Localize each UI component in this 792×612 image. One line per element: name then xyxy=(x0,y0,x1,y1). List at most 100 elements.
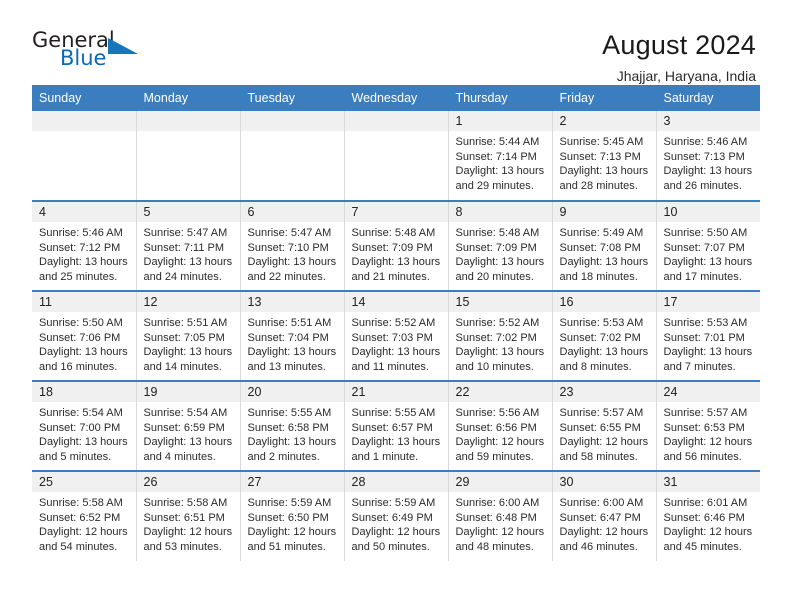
daylight-text: Daylight: 12 hours and 53 minutes. xyxy=(143,526,233,553)
calendar-day-cell[interactable]: 22 Sunrise: 5:56 AM Sunset: 6:56 PM Dayligh… xyxy=(448,380,553,471)
sunset-text: Sunset: 7:01 PM xyxy=(663,331,745,344)
calendar-day-cell[interactable]: 21 Sunrise: 5:55 AM Sunset: 6:57 PM Dayligh… xyxy=(344,380,449,471)
daylight-text: Daylight: 12 hours and 54 minutes. xyxy=(39,526,128,553)
sunrise-text: Sunrise: 5:56 AM xyxy=(455,407,540,419)
sunset-text: Sunset: 6:53 PM xyxy=(663,421,745,434)
day-number: 10 xyxy=(656,202,760,222)
daylight-text: Daylight: 13 hours and 4 minutes. xyxy=(143,436,233,463)
sunrise-text: Sunrise: 5:50 AM xyxy=(663,227,748,239)
day-number xyxy=(344,111,448,131)
calendar-day-cell[interactable]: 26 Sunrise: 5:58 AM Sunset: 6:51 PM Dayligh… xyxy=(136,470,241,561)
calendar-day-cell[interactable]: 25 Sunrise: 5:58 AM Sunset: 6:52 PM Dayligh… xyxy=(32,470,137,561)
day-number: 7 xyxy=(344,202,448,222)
sunrise-text: Sunrise: 6:00 AM xyxy=(559,497,644,509)
weekday-header-tuesday: Tuesday xyxy=(240,85,345,111)
daylight-text: Daylight: 13 hours and 7 minutes. xyxy=(663,346,753,373)
day-details: Sunrise: 5:54 AM Sunset: 6:59 PM Daylight:… xyxy=(137,402,240,464)
calendar-day-cell[interactable]: 5 Sunrise: 5:47 AM Sunset: 7:11 PM Daylight… xyxy=(136,200,241,291)
calendar-day-cell-empty xyxy=(136,111,241,201)
calendar-day-cell[interactable]: 18 Sunrise: 5:54 AM Sunset: 7:00 PM Dayligh… xyxy=(32,380,137,471)
day-number: 16 xyxy=(552,292,656,312)
daylight-text: Daylight: 13 hours and 17 minutes. xyxy=(663,256,753,283)
calendar-day-cell-empty xyxy=(344,111,449,201)
day-number: 26 xyxy=(136,472,240,492)
calendar-day-cell[interactable]: 13 Sunrise: 5:51 AM Sunset: 7:04 PM Dayligh… xyxy=(240,290,345,381)
calendar-day-cell[interactable]: 16 Sunrise: 5:53 AM Sunset: 7:02 PM Dayligh… xyxy=(552,290,657,381)
calendar-day-cell[interactable]: 12 Sunrise: 5:51 AM Sunset: 7:05 PM Dayligh… xyxy=(136,290,241,381)
daylight-text: Daylight: 13 hours and 24 minutes. xyxy=(143,256,233,283)
calendar-day-cell[interactable]: 6 Sunrise: 5:47 AM Sunset: 7:10 PM Daylight… xyxy=(240,200,345,291)
day-details: Sunrise: 5:58 AM Sunset: 6:51 PM Daylight:… xyxy=(137,492,240,554)
calendar-day-cell[interactable]: 15 Sunrise: 5:52 AM Sunset: 7:02 PM Dayligh… xyxy=(448,290,553,381)
sunset-text: Sunset: 7:03 PM xyxy=(351,331,433,344)
calendar-day-cell[interactable]: 8 Sunrise: 5:48 AM Sunset: 7:09 PM Daylight… xyxy=(448,200,553,291)
sunrise-text: Sunrise: 5:55 AM xyxy=(247,407,332,419)
sunrise-text: Sunrise: 5:49 AM xyxy=(559,227,644,239)
calendar-day-cell[interactable]: 24 Sunrise: 5:57 AM Sunset: 6:53 PM Dayligh… xyxy=(656,380,760,471)
sunset-text: Sunset: 7:07 PM xyxy=(663,241,745,254)
calendar-day-cell[interactable]: 1 Sunrise: 5:44 AM Sunset: 7:14 PM Daylight… xyxy=(448,111,553,201)
calendar-day-cell[interactable]: 27 Sunrise: 5:59 AM Sunset: 6:50 PM Dayligh… xyxy=(240,470,345,561)
day-number: 17 xyxy=(656,292,760,312)
calendar-day-cell[interactable]: 19 Sunrise: 5:54 AM Sunset: 6:59 PM Dayligh… xyxy=(136,380,241,471)
sunset-text: Sunset: 6:49 PM xyxy=(351,511,433,524)
weekday-header-wednesday: Wednesday xyxy=(344,85,449,111)
calendar-day-cell[interactable]: 28 Sunrise: 5:59 AM Sunset: 6:49 PM Dayligh… xyxy=(344,470,449,561)
calendar-day-cell[interactable]: 3 Sunrise: 5:46 AM Sunset: 7:13 PM Daylight… xyxy=(656,111,760,201)
sunset-text: Sunset: 7:11 PM xyxy=(143,241,225,254)
calendar-day-cell[interactable]: 23 Sunrise: 5:57 AM Sunset: 6:55 PM Dayligh… xyxy=(552,380,657,471)
sunset-text: Sunset: 7:13 PM xyxy=(559,150,641,163)
calendar-day-cell[interactable]: 2 Sunrise: 5:45 AM Sunset: 7:13 PM Daylight… xyxy=(552,111,657,201)
calendar-day-cell[interactable]: 10 Sunrise: 5:50 AM Sunset: 7:07 PM Dayligh… xyxy=(656,200,760,291)
daylight-text: Daylight: 12 hours and 45 minutes. xyxy=(663,526,753,553)
day-details: Sunrise: 5:51 AM Sunset: 7:05 PM Daylight:… xyxy=(137,312,240,374)
day-number: 12 xyxy=(136,292,240,312)
daylight-text: Daylight: 13 hours and 16 minutes. xyxy=(39,346,128,373)
calendar-day-cell[interactable]: 7 Sunrise: 5:48 AM Sunset: 7:09 PM Daylight… xyxy=(344,200,449,291)
daylight-text: Daylight: 12 hours and 48 minutes. xyxy=(455,526,545,553)
sunset-text: Sunset: 6:59 PM xyxy=(143,421,225,434)
calendar-day-cell[interactable]: 29 Sunrise: 6:00 AM Sunset: 6:48 PM Dayligh… xyxy=(448,470,553,561)
day-details: Sunrise: 6:00 AM Sunset: 6:48 PM Daylight:… xyxy=(449,492,552,554)
calendar-week-row: 11 Sunrise: 5:50 AM Sunset: 7:06 PM Dayligh… xyxy=(32,290,760,381)
sunset-text: Sunset: 7:05 PM xyxy=(143,331,225,344)
sunset-text: Sunset: 6:48 PM xyxy=(455,511,537,524)
sunset-text: Sunset: 7:06 PM xyxy=(39,331,121,344)
day-number: 18 xyxy=(32,382,136,402)
calendar-day-cell[interactable]: 20 Sunrise: 5:55 AM Sunset: 6:58 PM Dayligh… xyxy=(240,380,345,471)
day-number: 22 xyxy=(448,382,552,402)
sunset-text: Sunset: 7:02 PM xyxy=(455,331,537,344)
calendar-day-cell[interactable]: 14 Sunrise: 5:52 AM Sunset: 7:03 PM Dayligh… xyxy=(344,290,449,381)
brand-logo[interactable]: General Blue xyxy=(32,30,162,78)
day-number: 13 xyxy=(240,292,344,312)
sunset-text: Sunset: 6:57 PM xyxy=(351,421,433,434)
sunrise-text: Sunrise: 5:46 AM xyxy=(39,227,123,239)
calendar-day-cell[interactable]: 11 Sunrise: 5:50 AM Sunset: 7:06 PM Dayligh… xyxy=(32,290,137,381)
day-details: Sunrise: 5:47 AM Sunset: 7:10 PM Daylight:… xyxy=(241,222,344,284)
sunrise-text: Sunrise: 5:57 AM xyxy=(559,407,644,419)
daylight-text: Daylight: 13 hours and 28 minutes. xyxy=(559,165,649,192)
calendar-day-cell[interactable]: 31 Sunrise: 6:01 AM Sunset: 6:46 PM Dayligh… xyxy=(656,470,760,561)
calendar-day-cell[interactable]: 17 Sunrise: 5:53 AM Sunset: 7:01 PM Dayligh… xyxy=(656,290,760,381)
sunset-text: Sunset: 7:13 PM xyxy=(663,150,745,163)
day-number: 11 xyxy=(32,292,136,312)
sunset-text: Sunset: 6:46 PM xyxy=(663,511,745,524)
sunrise-text: Sunrise: 5:58 AM xyxy=(143,497,228,509)
calendar-day-cell[interactable]: 30 Sunrise: 6:00 AM Sunset: 6:47 PM Dayligh… xyxy=(552,470,657,561)
sunset-text: Sunset: 7:14 PM xyxy=(455,150,537,163)
day-number: 2 xyxy=(552,111,656,131)
calendar-day-cell[interactable]: 4 Sunrise: 5:46 AM Sunset: 7:12 PM Daylight… xyxy=(32,200,137,291)
triangle-icon xyxy=(108,38,138,54)
day-details: Sunrise: 5:49 AM Sunset: 7:08 PM Daylight:… xyxy=(553,222,656,284)
daylight-text: Daylight: 12 hours and 58 minutes. xyxy=(559,436,649,463)
sunset-text: Sunset: 7:08 PM xyxy=(559,241,641,254)
calendar-day-cell[interactable]: 9 Sunrise: 5:49 AM Sunset: 7:08 PM Daylight… xyxy=(552,200,657,291)
day-number: 20 xyxy=(240,382,344,402)
daylight-text: Daylight: 13 hours and 8 minutes. xyxy=(559,346,649,373)
sunset-text: Sunset: 6:58 PM xyxy=(247,421,329,434)
sunset-text: Sunset: 6:55 PM xyxy=(559,421,641,434)
sunset-text: Sunset: 6:50 PM xyxy=(247,511,329,524)
sunset-text: Sunset: 7:02 PM xyxy=(559,331,641,344)
sunrise-text: Sunrise: 5:55 AM xyxy=(351,407,436,419)
daylight-text: Daylight: 13 hours and 22 minutes. xyxy=(247,256,337,283)
